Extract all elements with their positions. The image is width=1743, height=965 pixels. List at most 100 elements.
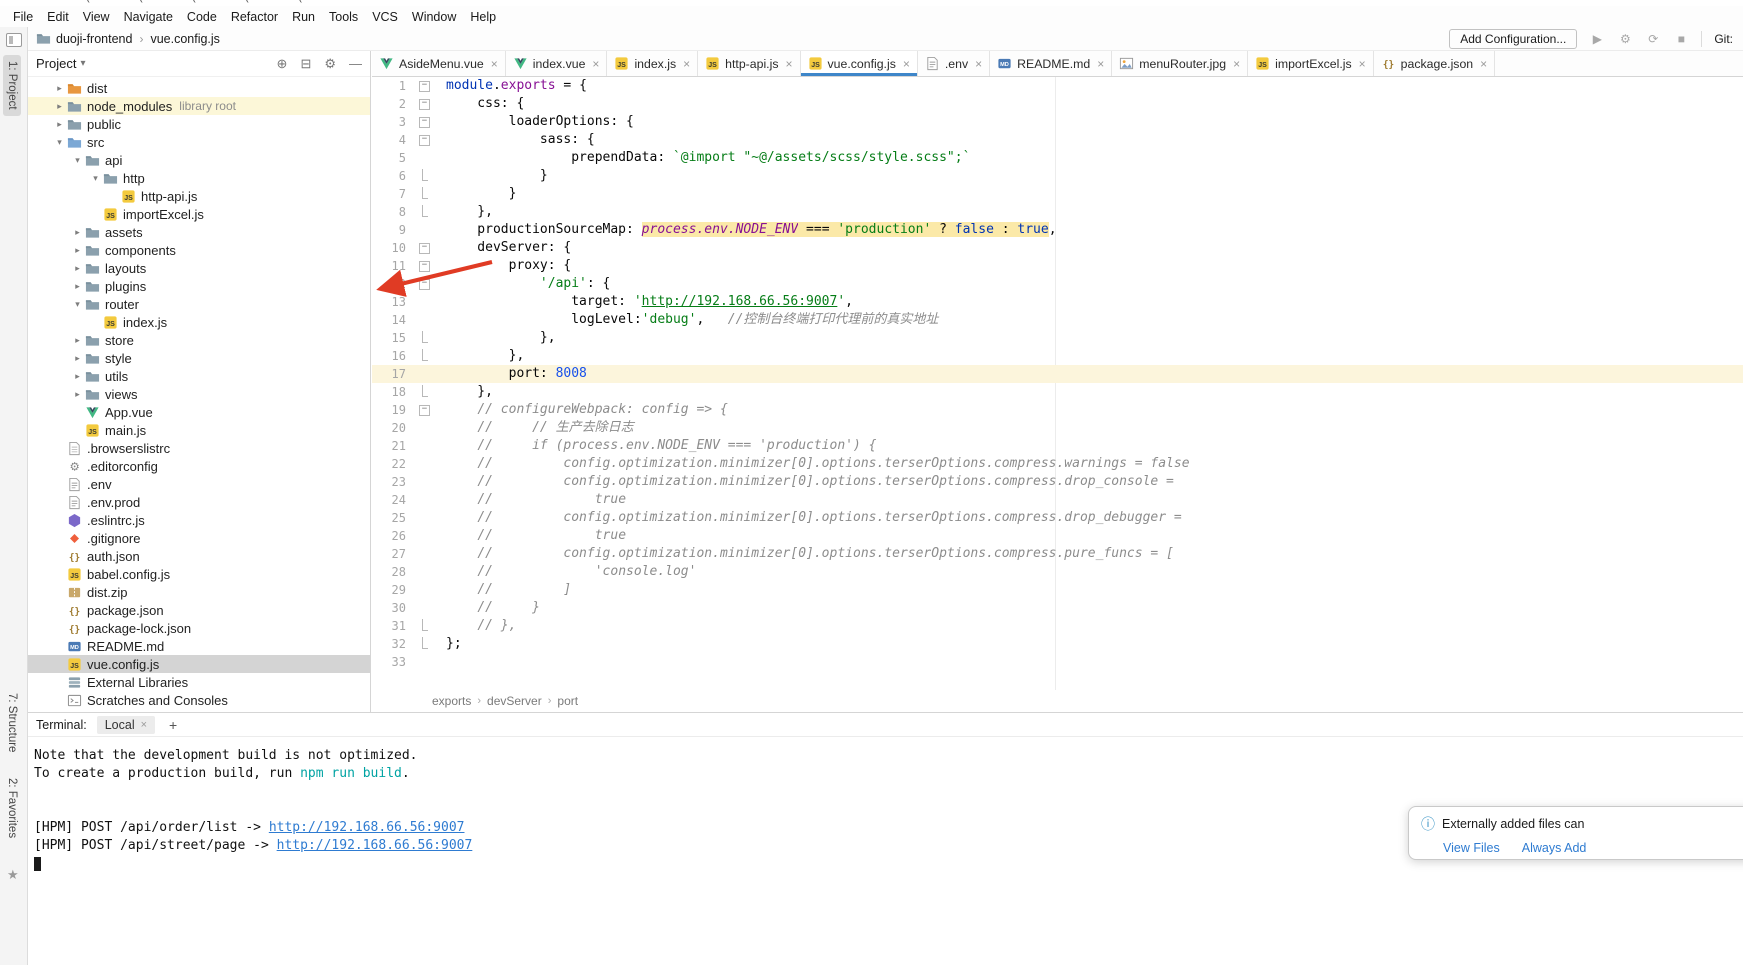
code-line-21[interactable]: 21 // if (process.env.NODE_ENV === 'prod…	[372, 437, 1743, 455]
terminal-url-link[interactable]: http://192.168.66.56:9007	[277, 838, 473, 853]
chevron-right-icon[interactable]: ▸	[70, 389, 85, 400]
menu-item-window[interactable]: Window	[405, 8, 463, 26]
menu-item-tools[interactable]: Tools	[322, 8, 365, 26]
tree-item-editorconfig[interactable]: ⚙.editorconfig	[28, 457, 370, 475]
fold-collapse-icon[interactable]	[412, 131, 434, 149]
chevron-down-icon[interactable]: ▾	[80, 58, 85, 69]
tree-item-eslintrc-js[interactable]: .eslintrc.js	[28, 511, 370, 529]
tree-item-public[interactable]: ▸public	[28, 115, 370, 133]
tree-item-auth-json[interactable]: {}auth.json	[28, 547, 370, 565]
tree-item-store[interactable]: ▸store	[28, 331, 370, 349]
tool-button-project[interactable]: 1: Project	[3, 55, 21, 116]
tree-item-views[interactable]: ▸views	[28, 385, 370, 403]
code-line-5[interactable]: 5 prependData: `@import "~@/assets/scss/…	[372, 149, 1743, 167]
code-line-16[interactable]: 16 },	[372, 347, 1743, 365]
tab-index-js[interactable]: JSindex.js×	[607, 51, 698, 76]
fold-collapse-icon[interactable]	[412, 239, 434, 257]
tab-http-api-js[interactable]: JShttp-api.js×	[698, 51, 800, 76]
code-line-19[interactable]: 19 // configureWebpack: config => {	[372, 401, 1743, 419]
code-editor[interactable]: 1module.exports = {2 css: {3 loaderOptio…	[372, 77, 1743, 690]
tree-item-router[interactable]: ▾router	[28, 295, 370, 313]
code-line-23[interactable]: 23 // config.optimization.minimizer[0].o…	[372, 473, 1743, 491]
fold-collapse-icon[interactable]	[412, 77, 434, 95]
tab-vue-config-js[interactable]: JSvue.config.js×	[801, 51, 918, 76]
sync-icon[interactable]: ⟳	[1645, 32, 1661, 46]
code-url-link[interactable]: http://192.168.66.56:9007	[642, 294, 838, 309]
code-line-26[interactable]: 26 // true	[372, 527, 1743, 545]
chevron-down-icon[interactable]: ▾	[52, 137, 67, 148]
menu-item-refactor[interactable]: Refactor	[224, 8, 285, 26]
tree-item-package-lock-json[interactable]: {}package-lock.json	[28, 619, 370, 637]
tree-item-external-libraries[interactable]: External Libraries	[28, 673, 370, 691]
tree-item-node-modules[interactable]: ▸node_moduleslibrary root	[28, 97, 370, 115]
code-line-13[interactable]: 13 target: 'http://192.168.66.56:9007',	[372, 293, 1743, 311]
add-configuration-button[interactable]: Add Configuration...	[1449, 29, 1577, 49]
code-line-14[interactable]: 14 logLevel:'debug', //控制台终端打印代理前的真实地址	[372, 311, 1743, 329]
run-icon[interactable]: ▶	[1589, 32, 1605, 46]
code-line-12[interactable]: 12 '/api': {	[372, 275, 1743, 293]
close-icon[interactable]: ×	[592, 57, 599, 71]
tab-asidemenu-vue[interactable]: AsideMenu.vue×	[372, 51, 506, 76]
collapse-all-icon[interactable]: ⊟	[300, 56, 311, 72]
tree-item-layouts[interactable]: ▸layouts	[28, 259, 370, 277]
tree-item-http-api-js[interactable]: JShttp-api.js	[28, 187, 370, 205]
code-line-6[interactable]: 6 }	[372, 167, 1743, 185]
tree-item-index-js[interactable]: JSindex.js	[28, 313, 370, 331]
code-line-33[interactable]: 33	[372, 653, 1743, 671]
fold-end-icon[interactable]	[412, 167, 434, 185]
code-line-24[interactable]: 24 // true	[372, 491, 1743, 509]
tree-item-utils[interactable]: ▸utils	[28, 367, 370, 385]
fold-end-icon[interactable]	[412, 347, 434, 365]
tab-importexcel-js[interactable]: JSimportExcel.js×	[1248, 51, 1374, 76]
code-line-9[interactable]: 9 productionSourceMap: process.env.NODE_…	[372, 221, 1743, 239]
chevron-right-icon[interactable]: ▸	[70, 263, 85, 274]
close-icon[interactable]: ×	[1480, 57, 1487, 71]
code-line-2[interactable]: 2 css: {	[372, 95, 1743, 113]
tool-button-structure[interactable]: 7: Structure	[3, 687, 21, 758]
tree-item-env-prod[interactable]: .env.prod	[28, 493, 370, 511]
fold-end-icon[interactable]	[412, 617, 434, 635]
code-line-27[interactable]: 27 // config.optimization.minimizer[0].o…	[372, 545, 1743, 563]
code-line-28[interactable]: 28 // 'console.log'	[372, 563, 1743, 581]
menu-item-file[interactable]: File	[6, 8, 40, 26]
hide-icon[interactable]: —	[349, 56, 362, 72]
chevron-right-icon[interactable]: ▸	[70, 371, 85, 382]
menu-item-vcs[interactable]: VCS	[365, 8, 405, 26]
tree-item-readme-md[interactable]: MDREADME.md	[28, 637, 370, 655]
stop-icon[interactable]: ■	[1673, 32, 1689, 46]
chevron-right-icon[interactable]: ▸	[52, 101, 67, 112]
settings-icon[interactable]: ⚙	[324, 56, 336, 72]
tree-item-package-json[interactable]: {}package.json	[28, 601, 370, 619]
code-line-22[interactable]: 22 // config.optimization.minimizer[0].o…	[372, 455, 1743, 473]
chevron-right-icon[interactable]: ▸	[70, 335, 85, 346]
terminal-tab-local[interactable]: Local ×	[97, 716, 155, 734]
close-icon[interactable]: ×	[141, 719, 147, 731]
code-line-20[interactable]: 20 // // 生产去除日志	[372, 419, 1743, 437]
close-icon[interactable]: ×	[903, 57, 910, 71]
tree-item-api[interactable]: ▾api	[28, 151, 370, 169]
tree-item-plugins[interactable]: ▸plugins	[28, 277, 370, 295]
code-line-31[interactable]: 31 // },	[372, 617, 1743, 635]
tree-item-main-js[interactable]: JSmain.js	[28, 421, 370, 439]
tree-item-src[interactable]: ▾src	[28, 133, 370, 151]
tab-menurouter-jpg[interactable]: menuRouter.jpg×	[1112, 51, 1248, 76]
breadcrumb-port[interactable]: port	[557, 694, 578, 708]
tree-item-gitignore[interactable]: .gitignore	[28, 529, 370, 547]
close-icon[interactable]: ×	[1097, 57, 1104, 71]
tab-package-json[interactable]: {}package.json×	[1374, 51, 1495, 76]
fold-collapse-icon[interactable]	[412, 95, 434, 113]
close-icon[interactable]: ×	[975, 57, 982, 71]
menu-item-help[interactable]: Help	[463, 8, 503, 26]
fold-end-icon[interactable]	[412, 185, 434, 203]
fold-end-icon[interactable]	[412, 203, 434, 221]
menu-item-view[interactable]: View	[76, 8, 117, 26]
tree-item-vue-config-js[interactable]: JSvue.config.js	[28, 655, 370, 673]
code-line-18[interactable]: 18 },	[372, 383, 1743, 401]
chevron-down-icon[interactable]: ▾	[88, 173, 103, 184]
close-icon[interactable]: ×	[491, 57, 498, 71]
tool-button-favorites[interactable]: 2: Favorites	[3, 772, 21, 844]
menu-item-navigate[interactable]: Navigate	[117, 8, 180, 26]
fold-collapse-icon[interactable]	[412, 401, 434, 419]
chevron-right-icon[interactable]: ▸	[70, 281, 85, 292]
chevron-right-icon[interactable]: ▸	[52, 83, 67, 94]
